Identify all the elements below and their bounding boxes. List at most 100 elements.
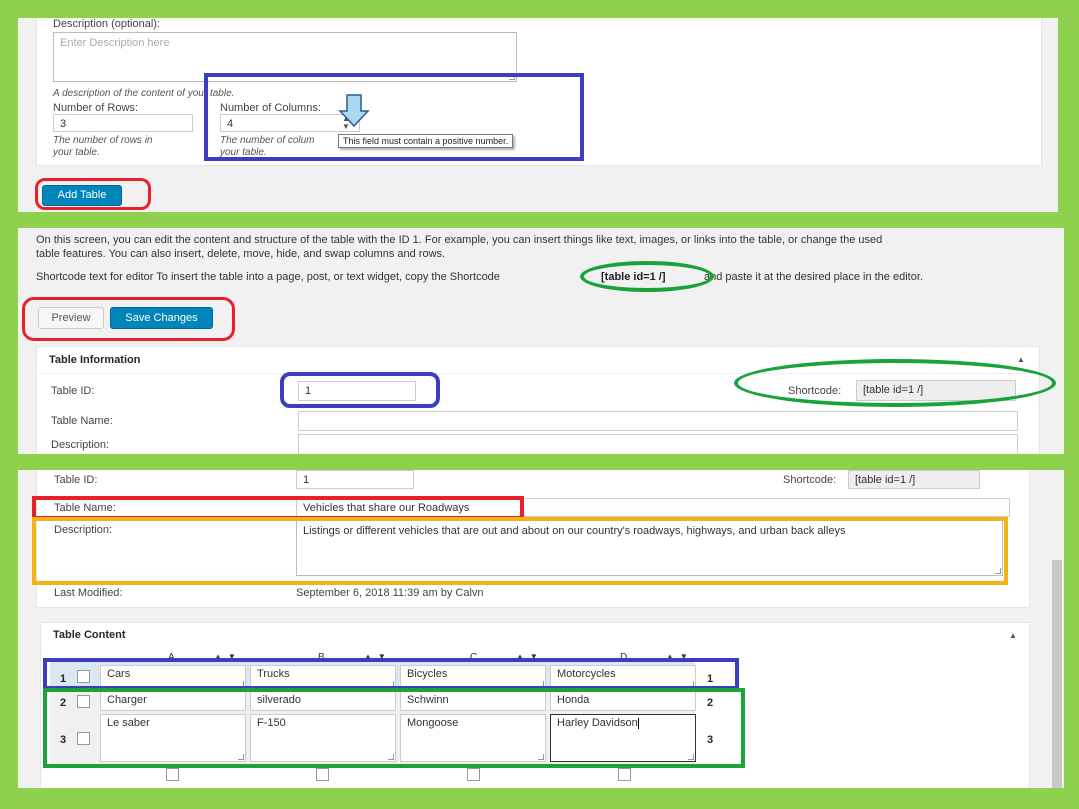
table-cell[interactable]: Le saber [100,714,246,762]
table-cell-active[interactable]: Harley Davidson [550,714,696,762]
add-table-panel: Description (optional): Enter Descriptio… [18,18,1058,212]
column-checkbox[interactable] [316,768,329,781]
table-content-title: Table Content [53,629,126,641]
resize-handle-icon[interactable] [538,754,544,760]
last-modified-label: Last Modified: [54,587,123,599]
table-cell[interactable]: Motorcycles [550,665,696,689]
row-checkbox[interactable] [77,732,90,745]
table-name-input[interactable] [298,411,1018,431]
table-id-input[interactable]: 1 [298,381,416,401]
table-cell[interactable]: Honda [550,691,696,711]
rows-help-line1: The number of rows in [53,135,153,146]
description-label-3: Description: [54,524,113,536]
tooltip-text: This field must contain a positive numbe… [343,136,509,146]
table-cell[interactable]: Mongoose [400,714,546,762]
description-label-2: Description: [51,439,110,451]
shortcode-text-b: and paste it at the desired place in the… [704,271,923,283]
intro-text-line2: table features. You can also insert, del… [36,248,446,260]
column-checkbox[interactable] [467,768,480,781]
description-help: A description of the content of your tab… [53,88,235,99]
shortcode-text-a: To insert the table into a page, post, o… [156,271,500,283]
collapse-arrow-icon-3[interactable]: ▲ [1009,631,1017,640]
sort-arrows-icon[interactable]: ▲▼ [516,652,544,661]
validation-tooltip: This field must contain a positive numbe… [338,134,514,148]
cell-text: silverado [257,694,302,706]
table-cell[interactable]: Bicycles [400,665,546,689]
cell-text: Le saber [107,717,150,729]
shortcode-code: [table id=1 /] [601,271,666,283]
rows-label: Number of Rows: [53,102,138,114]
shortcode-label-3: Shortcode: [783,474,837,486]
shortcode-input[interactable]: [table id=1 /] [856,380,1016,401]
resize-handle-icon[interactable] [238,681,244,687]
row-number-right: 1 [707,673,714,685]
description-textarea[interactable]: Enter Description here [53,32,517,82]
cell-text: Mongoose [407,717,459,729]
shortcode-input-3[interactable]: [table id=1 /] [848,470,980,489]
description-textarea-3[interactable]: Listings or different vehicles that are … [296,520,1003,576]
shortcode-line: Shortcode text for editor To insert the … [36,271,500,283]
column-checkbox[interactable] [166,768,179,781]
columns-help-line1: The number of colum [220,135,315,146]
resize-handle-icon[interactable] [509,74,515,80]
cell-text: Trucks [257,668,290,680]
row-number-right: 3 [707,734,714,746]
row-number: 2 [60,697,67,709]
description-placeholder: Enter Description here [60,37,170,49]
resize-handle-icon[interactable] [388,754,394,760]
add-table-button[interactable]: Add Table [42,185,122,206]
column-checkbox[interactable] [618,768,631,781]
table-id-label: Table ID: [51,385,95,397]
add-table-label: Add Table [57,189,107,201]
table-cell[interactable]: Charger [100,691,246,711]
sort-arrows-icon[interactable]: ▲▼ [214,652,242,661]
sort-arrows-icon[interactable]: ▲▼ [666,652,694,661]
intro-text-line1: On this screen, you can edit the content… [36,234,883,246]
preview-button[interactable]: Preview [38,307,104,329]
cell-text: F-150 [257,717,286,729]
row-checkbox[interactable] [77,670,90,683]
table-id-label-3: Table ID: [54,474,98,486]
description-value-3: Listings or different vehicles that are … [303,525,846,537]
save-changes-label: Save Changes [125,312,198,324]
resize-handle-icon-2[interactable] [995,568,1001,574]
cell-text: Charger [107,694,147,706]
table-id-input-3[interactable]: 1 [296,470,414,489]
table-cell[interactable]: Schwinn [400,691,546,711]
table-content-panel: Table ID: 1 Shortcode: [table id=1 /] Ta… [18,470,1064,788]
cell-text: Motorcycles [557,668,616,680]
table-cell[interactable]: Trucks [250,665,396,689]
scrollbar[interactable] [1052,560,1062,788]
row-number: 3 [60,734,67,746]
cell-text: Bicycles [407,668,448,680]
description-input-2[interactable] [298,434,1018,454]
cell-text: Harley Davidson [557,717,638,729]
resize-handle-icon[interactable] [238,754,244,760]
row-checkbox[interactable] [77,695,90,708]
columns-help-line2: your table. [220,147,267,158]
last-modified-value: September 6, 2018 11:39 am by Calvn [296,587,484,599]
save-changes-button[interactable]: Save Changes [110,307,213,329]
resize-handle-icon[interactable] [688,754,694,760]
rows-help-line2: your table. [53,147,100,158]
shortcode-prefix: Shortcode text for editor [36,271,154,283]
resize-handle-icon[interactable] [688,681,694,687]
resize-handle-icon[interactable] [388,681,394,687]
resize-handle-icon[interactable] [538,681,544,687]
cell-text: Cars [107,668,131,680]
table-cell[interactable]: Cars [100,665,246,689]
table-name-label-3: Table Name: [54,502,116,514]
table-cell[interactable]: silverado [250,691,396,711]
sort-arrows-icon[interactable]: ▲▼ [364,652,392,661]
collapse-arrow-icon[interactable]: ▲ [1017,355,1025,364]
arrow-down-icon [338,94,370,128]
box-divider [36,373,1040,374]
rows-input[interactable]: 3 [53,114,193,132]
table-information-title: Table Information [49,354,141,366]
row-number: 1 [60,673,67,685]
table-cell[interactable]: F-150 [250,714,396,762]
table-name-label: Table Name: [51,415,113,427]
table-name-input-3[interactable]: Vehicles that share our Roadways [296,498,1010,517]
edit-table-panel: On this screen, you can edit the content… [18,228,1064,454]
row-number-right: 2 [707,697,714,709]
